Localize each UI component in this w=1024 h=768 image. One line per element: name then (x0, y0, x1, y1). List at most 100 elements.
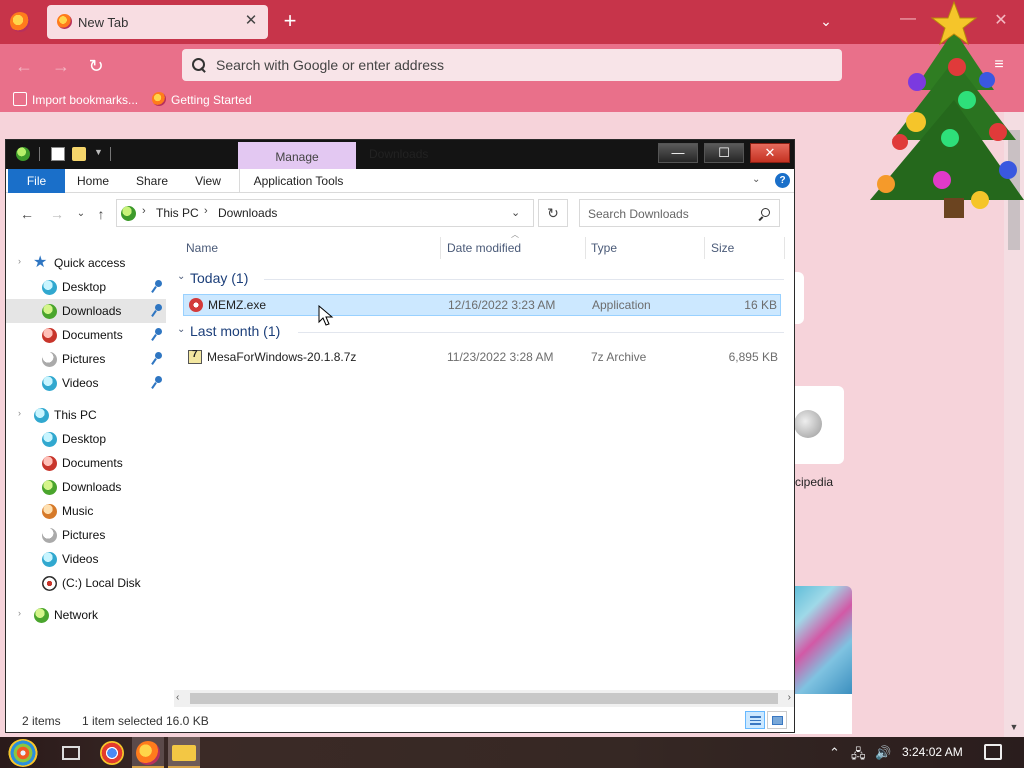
scroll-right-icon[interactable]: › (788, 692, 791, 703)
chrome-icon[interactable] (100, 741, 124, 765)
refresh-button[interactable]: ↻ (538, 199, 568, 227)
firefox-icon[interactable] (136, 741, 160, 765)
explorer-app-icon[interactable] (16, 147, 30, 161)
show-hidden-icons-icon[interactable]: ⌃ (829, 745, 840, 761)
this-pc-icon (121, 206, 136, 221)
file-row-mesa[interactable]: MesaForWindows-20.1.8.7z 11/23/2022 3:28… (183, 347, 781, 369)
nav-qa-pictures[interactable]: Pictures (6, 347, 166, 371)
nav-label: Quick access (54, 256, 126, 270)
tab-close-icon[interactable]: ✕ (242, 11, 260, 31)
url-bar[interactable]: Search with Google or enter address (182, 49, 842, 81)
back-button[interactable]: ← (18, 205, 36, 223)
properties-icon[interactable] (51, 147, 65, 161)
expand-icon[interactable]: › (18, 608, 21, 618)
reload-button[interactable]: ↻ (85, 55, 107, 77)
nav-quick-access[interactable]: › Quick access (6, 251, 166, 275)
nav-qa-documents[interactable]: Documents (6, 323, 166, 347)
clock[interactable]: 3:24:02 AM (902, 745, 963, 759)
column-header-size[interactable]: Size (711, 233, 734, 263)
ornament-icon (958, 91, 976, 109)
scroll-left-icon[interactable]: ‹ (176, 692, 179, 703)
customize-qat-icon[interactable]: ▼ (94, 147, 103, 157)
horizontal-scrollbar[interactable]: ‹ › (174, 690, 794, 707)
firefox-logo-icon[interactable] (10, 12, 30, 32)
minimize-button[interactable]: — (658, 143, 698, 163)
nav-pc-music[interactable]: Music (6, 499, 166, 523)
column-divider[interactable] (784, 237, 785, 259)
expand-icon[interactable]: › (18, 408, 21, 418)
nav-pc-desktop[interactable]: Desktop (6, 427, 166, 451)
title-bar[interactable]: ▼ Manage Downloads — ☐ ✕ (6, 140, 794, 170)
help-icon[interactable]: ? (775, 173, 790, 188)
close-button[interactable]: ✕ (750, 143, 790, 163)
file-explorer-icon[interactable] (172, 745, 196, 761)
collapse-group-icon[interactable]: ⌄ (177, 324, 185, 335)
nav-label: (C:) Local Disk (62, 576, 141, 590)
tab-share[interactable]: Share (128, 169, 176, 193)
nav-qa-videos[interactable]: Videos (6, 371, 166, 395)
tab-file[interactable]: File (8, 169, 65, 193)
column-divider[interactable] (585, 237, 586, 259)
nav-qa-downloads[interactable]: Downloads (6, 299, 166, 323)
details-view-button[interactable] (745, 711, 765, 729)
nav-pc-downloads[interactable]: Downloads (6, 475, 166, 499)
up-button[interactable]: ↑ (92, 205, 110, 223)
large-icons-view-button[interactable] (767, 711, 787, 729)
tab-view[interactable]: View (186, 169, 230, 193)
group-header-today[interactable]: ⌄ Today (1) (174, 268, 784, 290)
nav-pc-pictures[interactable]: Pictures (6, 523, 166, 547)
group-header-last-month[interactable]: ⌄ Last month (1) (174, 321, 784, 343)
task-view-icon[interactable] (62, 746, 80, 760)
volume-icon[interactable]: 🔊 (875, 745, 891, 761)
nav-pc-videos[interactable]: Videos (6, 547, 166, 571)
collapse-group-icon[interactable]: ⌄ (177, 271, 185, 282)
file-row-memz[interactable]: MEMZ.exe 12/16/2022 3:23 AM Application … (183, 294, 781, 316)
this-pc-icon (34, 408, 49, 423)
recent-locations-button[interactable]: ⌄ (72, 205, 90, 223)
list-all-tabs-button[interactable]: ⌄ (816, 10, 836, 32)
large-icons-view-icon (772, 716, 783, 725)
maximize-button[interactable]: ☐ (704, 143, 744, 163)
new-folder-icon[interactable] (72, 147, 86, 161)
forward-button[interactable]: → (48, 205, 66, 223)
notifications-icon[interactable] (984, 744, 1002, 760)
scrollbar-thumb[interactable] (190, 693, 778, 704)
bookmark-import[interactable]: Import bookmarks... (13, 91, 138, 109)
column-divider[interactable] (440, 237, 441, 259)
back-button[interactable]: ← (13, 55, 35, 77)
breadcrumb-downloads[interactable]: Downloads (218, 206, 277, 220)
column-header-date-modified[interactable]: Date modified (447, 233, 521, 263)
breadcrumb-separator[interactable]: › (142, 205, 146, 217)
file-size: 6,895 KB (728, 350, 778, 364)
breadcrumb-this-pc[interactable]: This PC (156, 206, 199, 220)
breadcrumb-separator[interactable]: › (204, 205, 208, 217)
tab-manage[interactable]: Manage (238, 142, 356, 170)
import-icon (13, 92, 27, 106)
nav-this-pc[interactable]: › This PC (6, 403, 166, 427)
address-bar[interactable]: › This PC › Downloads ⌄ (116, 199, 534, 227)
expand-icon[interactable]: › (18, 256, 21, 266)
address-dropdown-icon[interactable]: ⌄ (511, 206, 520, 219)
tab-home[interactable]: Home (69, 169, 117, 193)
new-tab-button[interactable]: + (280, 10, 300, 32)
column-divider[interactable] (704, 237, 705, 259)
forward-button[interactable]: → (50, 55, 72, 77)
bookmark-getting-started[interactable]: Getting Started (152, 91, 252, 109)
expand-ribbon-icon[interactable]: ⌄ (752, 174, 760, 185)
tab-new-tab[interactable]: New Tab ✕ (47, 5, 268, 39)
column-header-name[interactable]: Name (186, 233, 218, 263)
tab-application-tools[interactable]: Application Tools (239, 169, 357, 193)
start-button-icon[interactable] (8, 739, 38, 767)
network-tray-icon[interactable]: 🖧 (851, 745, 866, 767)
nav-network[interactable]: › Network (6, 603, 166, 627)
documents-icon (42, 456, 57, 471)
nav-pc-documents[interactable]: Documents (6, 451, 166, 475)
search-icon (759, 208, 771, 220)
column-header-type[interactable]: Type (591, 233, 617, 263)
nav-label: This PC (54, 408, 97, 422)
scroll-down-arrow-icon[interactable]: ▼ (1008, 722, 1020, 736)
search-input[interactable]: Search Downloads (579, 199, 780, 227)
nav-pc-local-disk[interactable]: (C:) Local Disk (6, 571, 166, 595)
ornament-icon (948, 58, 966, 76)
nav-qa-desktop[interactable]: Desktop (6, 275, 166, 299)
